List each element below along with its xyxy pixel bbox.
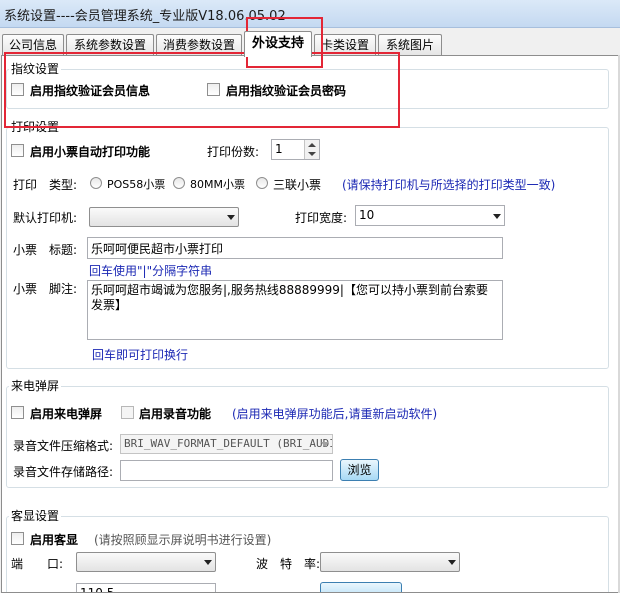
customer-display-checkbox[interactable]: [11, 532, 24, 545]
fingerprint-verify-password-checkbox[interactable]: [207, 83, 220, 96]
record-compress-select[interactable]: BRI_WAV_FORMAT_DEFAULT (BRI_AUDI: [120, 434, 333, 454]
fingerprint-verify-password-label: 启用指纹验证会员密码: [226, 84, 347, 98]
caller-record-label: 启用录音功能: [139, 407, 212, 421]
print-copies-stepper[interactable]: 1: [271, 139, 320, 160]
display-test-input[interactable]: 110.5: [76, 583, 216, 592]
window-titlebar: 系统设置----会员管理系统_专业版V18.06.05.02: [0, 0, 620, 28]
ticket-title-hint: 回车使用"|"分隔字符串: [89, 264, 213, 278]
print-type-triplicate-label: 三联小票: [273, 178, 322, 192]
tab-peripherals[interactable]: 外设支持: [244, 31, 312, 57]
default-printer-label: 默认打印机:: [13, 211, 78, 225]
caller-record-checkbox[interactable]: [121, 406, 134, 419]
default-printer-select[interactable]: [89, 207, 239, 227]
ticket-title-input[interactable]: 乐呵呵便民超市小票打印: [87, 237, 503, 259]
test-button[interactable]: [320, 582, 402, 592]
port-label: 端 口:: [11, 557, 64, 571]
fingerprint-verify-info-label: 启用指纹验证会员信息: [30, 84, 151, 98]
chevron-down-icon: [227, 215, 235, 220]
print-width-select[interactable]: 10: [355, 205, 505, 226]
record-compress-label: 录音文件压缩格式:: [13, 439, 114, 453]
caller-hint: (启用来电弹屏功能后,请重新启动软件): [232, 407, 438, 421]
record-compress-value: BRI_WAV_FORMAT_DEFAULT (BRI_AUDI: [124, 437, 333, 450]
print-copies-value: 1: [275, 142, 283, 156]
customer-display-label: 启用客显: [30, 533, 79, 547]
tab-company-info[interactable]: 公司信息: [2, 34, 64, 56]
ticket-footer-label: 小票 脚注:: [13, 282, 78, 296]
print-group-title: 打印设置: [9, 118, 62, 135]
baud-rate-select[interactable]: [320, 552, 460, 572]
print-type-80mm-label: 80MM小票: [190, 178, 245, 191]
port-select[interactable]: [76, 552, 216, 572]
auto-print-label: 启用小票自动打印功能: [30, 145, 151, 159]
tab-system-images[interactable]: 系统图片: [378, 34, 442, 56]
ticket-title-label: 小票 标题:: [13, 243, 78, 257]
caller-popup-label: 启用来电弹屏: [30, 407, 103, 421]
tab-consume-params[interactable]: 消费参数设置: [156, 34, 242, 56]
tab-strip: 公司信息 系统参数设置 消费参数设置 外设支持 卡类设置 系统图片: [0, 28, 620, 57]
print-width-value: 10: [359, 208, 375, 222]
print-copies-label: 打印份数:: [207, 145, 260, 159]
ticket-footer-textarea[interactable]: 乐呵呵超市竭诚为您服务|,服务热线88889999|【您可以持小票到前台索要发票…: [87, 280, 503, 340]
fingerprint-verify-info-checkbox[interactable]: [11, 83, 24, 96]
auto-print-checkbox[interactable]: [11, 144, 24, 157]
customer-display-hint: (请按照顾显示屏说明书进行设置): [94, 533, 272, 547]
print-width-label: 打印宽度:: [295, 211, 348, 225]
print-type-pos58-label: POS58小票: [107, 178, 166, 191]
tab-system-params[interactable]: 系统参数设置: [66, 34, 154, 56]
record-path-input[interactable]: [120, 460, 333, 481]
print-type-pos58-radio[interactable]: [90, 177, 102, 189]
chevron-down-icon: [448, 560, 456, 565]
fingerprint-group-title: 指纹设置: [9, 60, 62, 77]
baud-rate-label: 波 特 率:: [256, 557, 321, 571]
print-type-80mm-radio[interactable]: [173, 177, 185, 189]
tab-card-settings[interactable]: 卡类设置: [314, 34, 376, 56]
ticket-footer-hint: 回车即可打印换行: [92, 348, 189, 362]
browse-button[interactable]: 浏览: [340, 459, 379, 481]
print-type-label: 打印 类型:: [13, 178, 78, 192]
caller-popup-checkbox[interactable]: [11, 406, 24, 419]
print-type-hint: (请保持打印机与所选择的打印类型一致): [342, 178, 556, 192]
record-path-label: 录音文件存储路径:: [13, 465, 114, 479]
print-type-triplicate-radio[interactable]: [256, 177, 268, 189]
chevron-down-icon: [493, 213, 501, 219]
customer-display-group-title: 客显设置: [9, 507, 62, 524]
caller-group-title: 来电弹屏: [9, 377, 62, 394]
chevron-down-icon: [321, 442, 329, 447]
chevron-down-icon: [204, 560, 212, 565]
settings-panel: 指纹设置 启用指纹验证会员信息 启用指纹验证会员密码 打印设置 启用小票自动打印…: [1, 55, 620, 593]
stepper-arrows-icon[interactable]: [304, 140, 319, 159]
window-title: 系统设置----会员管理系统_专业版V18.06.05.02: [4, 9, 286, 24]
